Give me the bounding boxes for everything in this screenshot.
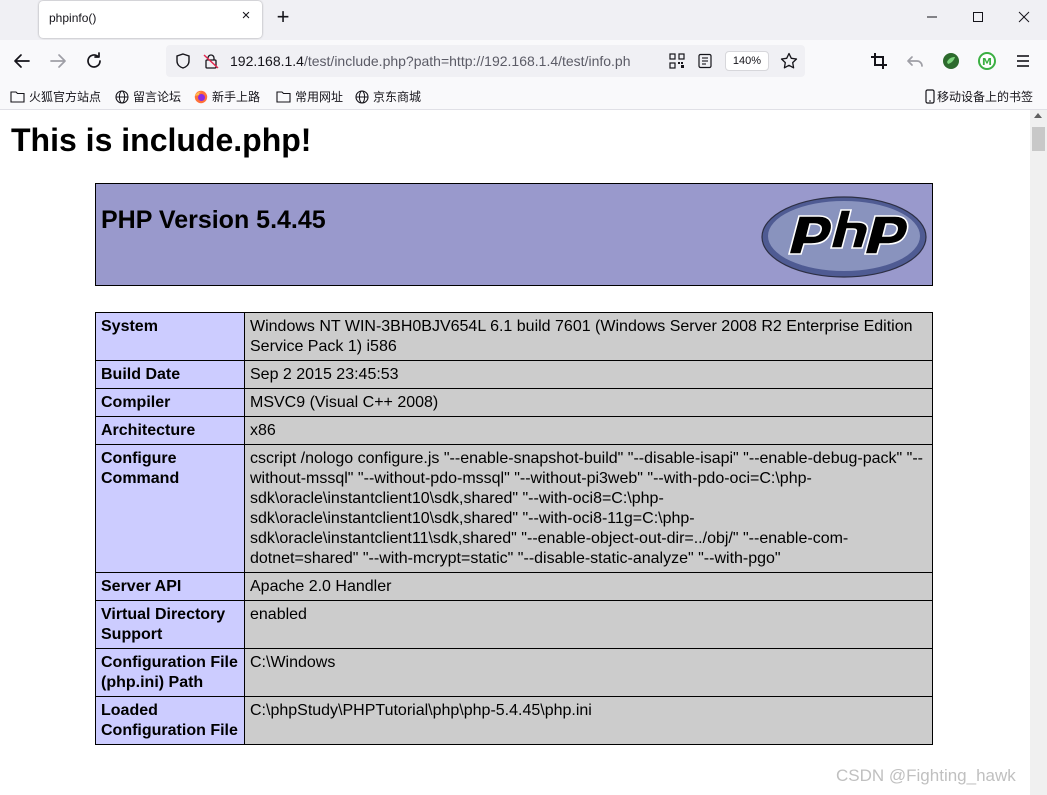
bookmark-label: 常用网址 <box>295 90 344 104</box>
row-key: Virtual Directory Support <box>95 600 245 649</box>
php-info-table: System Windows NT WIN-3BH0BJV654L 6.1 bui… <box>95 312 933 745</box>
row-key: Architecture <box>95 416 245 445</box>
row-key: System <box>95 312 245 361</box>
table-row: Configuration File (php.ini) Path C:\Wind… <box>95 648 933 697</box>
row-value: x86 <box>244 416 933 445</box>
tab-phpinfo[interactable]: phpinfo() × <box>39 1 262 38</box>
table-row: Configure Command cscript /nologo configu… <box>95 444 933 573</box>
forward-icon[interactable] <box>46 49 70 73</box>
table-row: Server API Apache 2.0 Handler <box>95 572 933 601</box>
table-row: Virtual Directory Support enabled <box>95 600 933 649</box>
tab-title: phpinfo() <box>49 11 97 25</box>
url-text[interactable]: 192.168.1.4/test/include.php?path=http:/… <box>230 53 662 69</box>
row-key: Configure Command <box>95 444 245 573</box>
php-version-header: PHP Version 5.4.45 <box>95 183 933 286</box>
row-value: enabled <box>244 600 933 649</box>
row-value: Sep 2 2015 23:45:53 <box>244 360 933 389</box>
php-logo[interactable] <box>761 192 927 278</box>
page-content: This is include.php! PHP Version 5.4.45 … <box>0 110 1030 795</box>
url-host: 192.168.1.4 <box>230 53 304 69</box>
bookmarks-toolbar: 火狐官方站点 留言论坛 新手上路 常用网址 京东商城 移动设备上的书签 <box>0 82 1047 110</box>
bookmark-label: 留言论坛 <box>133 90 182 104</box>
undo-icon[interactable] <box>903 49 927 73</box>
new-tab-button[interactable]: + <box>272 6 294 29</box>
table-row: Loaded Configuration File C:\phpStudy\PHP… <box>95 696 933 745</box>
row-value: Windows NT WIN-3BH0BJV654L 6.1 build 760… <box>244 312 933 361</box>
table-row: Build Date Sep 2 2015 23:45:53 <box>95 360 933 389</box>
table-row: Compiler MSVC9 (Visual C++ 2008) <box>95 388 933 417</box>
row-key: Loaded Configuration File <box>95 696 245 745</box>
url-path: /test/include.php?path=http://192.168.1.… <box>303 53 631 69</box>
minimize-icon[interactable] <box>909 8 955 28</box>
scroll-up-arrow-icon[interactable] <box>1034 113 1042 118</box>
row-key: Compiler <box>95 388 245 417</box>
insecure-lock-icon[interactable] <box>202 52 220 75</box>
maximize-icon[interactable] <box>955 8 1001 28</box>
navigation-bar: 192.168.1.4/test/include.php?path=http:/… <box>0 40 1047 82</box>
qr-code-icon[interactable] <box>669 53 685 74</box>
row-key: Configuration File (php.ini) Path <box>95 648 245 697</box>
page-heading: This is include.php! <box>11 122 312 158</box>
mobile-bookmarks-label: 移动设备上的书签 <box>937 90 1034 104</box>
row-value: cscript /nologo configure.js "--enable-s… <box>244 444 933 573</box>
row-key: Server API <box>95 572 245 601</box>
extension-shield-icon[interactable] <box>939 49 963 73</box>
folder-icon <box>276 91 291 103</box>
bookmark-label: 新手上路 <box>212 90 261 104</box>
tab-close-icon[interactable]: × <box>238 8 254 24</box>
table-row: Architecture x86 <box>95 416 933 445</box>
bookmark-item[interactable]: 京东商城 <box>355 88 421 104</box>
row-value: MSVC9 (Visual C++ 2008) <box>244 388 933 417</box>
bookmark-label: 京东商城 <box>373 90 422 104</box>
address-bar[interactable]: 192.168.1.4/test/include.php?path=http:/… <box>166 45 805 77</box>
bookmark-item[interactable]: 火狐官方站点 <box>10 88 101 104</box>
row-value: C:\Windows <box>244 648 933 697</box>
csdn-watermark: CSDN @Fighting_hawk <box>836 766 1016 785</box>
svg-text:M: M <box>982 57 992 68</box>
reload-icon[interactable] <box>82 49 106 73</box>
folder-icon <box>10 91 25 103</box>
bookmark-label: 火狐官方站点 <box>29 90 102 104</box>
menu-icon[interactable] <box>1011 49 1035 73</box>
php-version-title: PHP Version 5.4.45 <box>101 206 326 234</box>
globe-icon <box>115 89 129 104</box>
mobile-device-icon <box>925 89 935 104</box>
tab-strip: phpinfo() × + <box>0 0 1047 40</box>
bookmark-star-icon[interactable] <box>779 51 799 76</box>
row-value: C:\phpStudy\PHPTutorial\php\php-5.4.45\p… <box>244 696 933 745</box>
globe-icon <box>355 89 369 104</box>
shield-icon[interactable] <box>174 52 192 75</box>
zoom-level-button[interactable]: 140% <box>725 51 769 71</box>
row-key: Build Date <box>95 360 245 389</box>
screenshot-crop-icon[interactable] <box>867 49 891 73</box>
bookmark-item[interactable]: 留言论坛 <box>115 88 181 104</box>
close-window-icon[interactable] <box>1001 8 1047 28</box>
bookmark-item[interactable]: 新手上路 <box>194 88 260 104</box>
back-icon[interactable] <box>10 49 34 73</box>
vertical-scrollbar[interactable] <box>1030 110 1047 795</box>
table-row: System Windows NT WIN-3BH0BJV654L 6.1 bui… <box>95 312 933 361</box>
row-value: Apache 2.0 Handler <box>244 572 933 601</box>
extension-m-icon[interactable]: M <box>975 49 999 73</box>
firefox-icon <box>194 90 208 103</box>
bookmark-item[interactable]: 常用网址 <box>276 88 343 104</box>
scroll-thumb[interactable] <box>1032 127 1045 151</box>
mobile-bookmarks[interactable]: 移动设备上的书签 <box>925 88 1033 104</box>
reader-view-icon[interactable] <box>697 53 713 74</box>
